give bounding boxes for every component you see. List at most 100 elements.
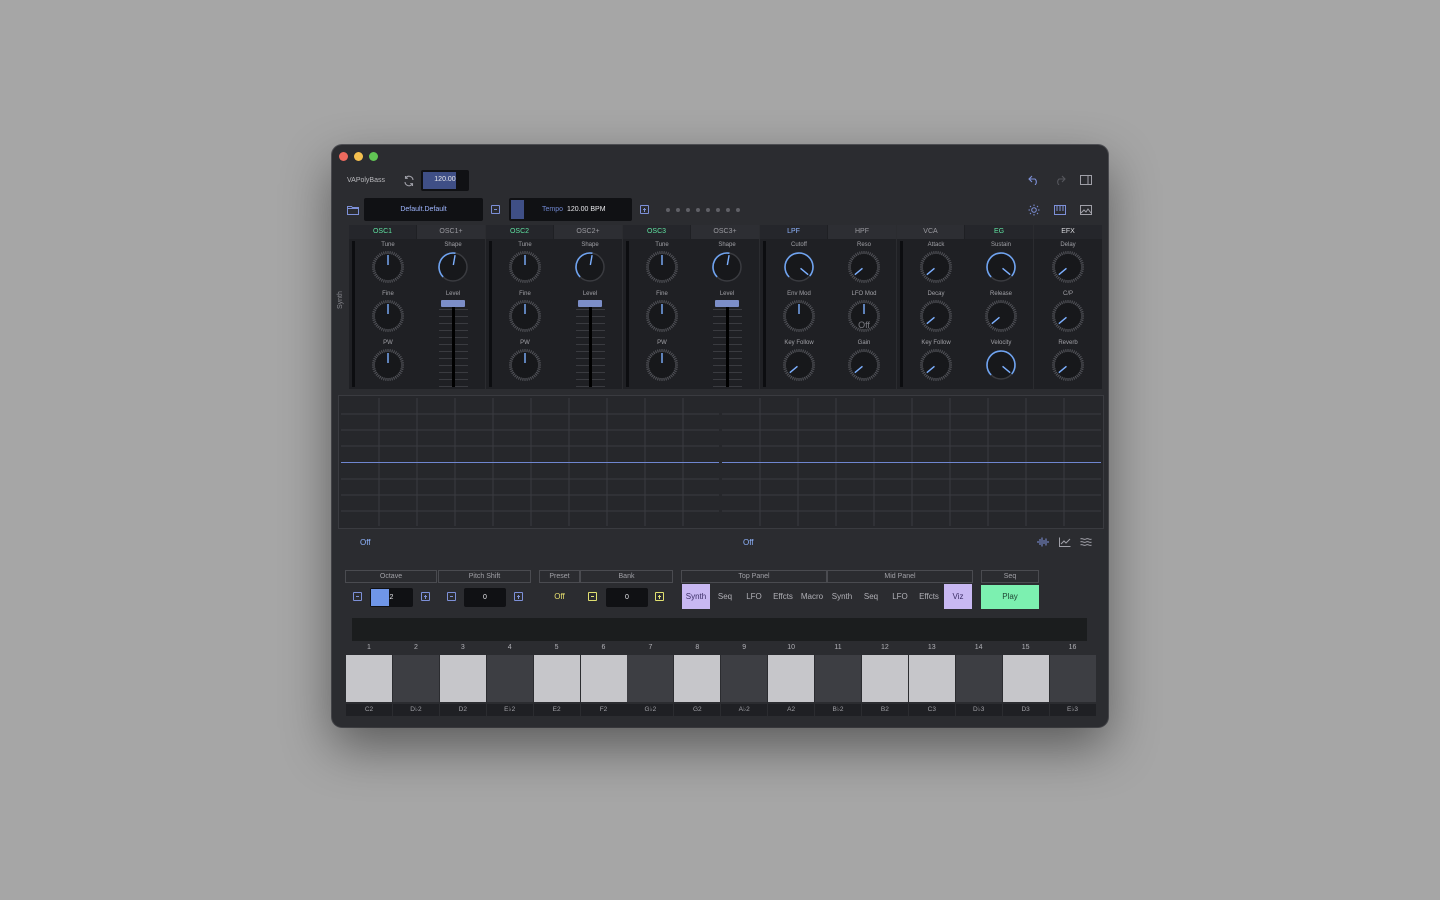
osc3-fine-knob[interactable]	[645, 299, 679, 333]
tab-lpf[interactable]: LPF	[760, 225, 827, 239]
waveform-icon[interactable]	[1036, 535, 1050, 549]
mid-panel-synth-button[interactable]: Synth	[828, 584, 856, 609]
top-panel-seq-button[interactable]: Seq	[711, 584, 739, 609]
pitch-shift-increment-button[interactable]	[514, 592, 523, 601]
osc2-level-fader[interactable]	[589, 307, 592, 387]
osc3-pw-knob[interactable]	[645, 348, 679, 382]
osc2-shape-knob[interactable]	[573, 250, 607, 284]
preset-toggle[interactable]: Off	[539, 586, 580, 607]
step-note-label[interactable]: F2	[580, 704, 627, 716]
top-panel-lfo-button[interactable]: LFO	[740, 584, 768, 609]
step-button-11[interactable]	[815, 655, 861, 702]
osc1-level-fader-handle[interactable]	[441, 300, 465, 307]
osc2-level-fader-handle[interactable]	[578, 300, 602, 307]
step-button-10[interactable]	[768, 655, 815, 702]
step-button-9[interactable]	[721, 655, 768, 702]
viz-right-status[interactable]: Off	[743, 538, 754, 547]
preset-name-field[interactable]: Default.Default	[364, 198, 483, 221]
tab-vca[interactable]: VCA	[897, 225, 964, 239]
close-window-button[interactable]	[339, 152, 348, 161]
osc2-fine-knob[interactable]	[508, 299, 542, 333]
step-note-label[interactable]: D♭2	[392, 704, 439, 716]
pitch-shift-decrement-button[interactable]	[447, 592, 456, 601]
play-button[interactable]: Play	[981, 585, 1039, 609]
cutoff-knob[interactable]	[782, 250, 816, 284]
bank-increment-button[interactable]	[655, 592, 664, 601]
step-button-1[interactable]	[346, 655, 392, 702]
redo-icon[interactable]	[1053, 173, 1067, 187]
tempo-field[interactable]: 120.00	[421, 170, 469, 191]
gain-knob[interactable]	[847, 348, 881, 382]
bank-decrement-button[interactable]	[588, 592, 597, 601]
osc1-fine-knob[interactable]	[371, 299, 405, 333]
step-button-16[interactable]	[1049, 655, 1096, 702]
step-button-15[interactable]	[1002, 655, 1049, 702]
osc3-tune-knob[interactable]	[645, 250, 679, 284]
line-chart-icon[interactable]	[1058, 535, 1072, 549]
osc2-pw-knob[interactable]	[508, 348, 542, 382]
filter-key-follow-knob[interactable]	[782, 348, 816, 382]
osc3-level-fader-handle[interactable]	[715, 300, 739, 307]
release-knob[interactable]	[984, 299, 1018, 333]
step-button-8[interactable]	[674, 655, 721, 702]
tab-osc1-plus[interactable]: OSC1+	[417, 225, 485, 239]
step-button-7[interactable]	[627, 655, 674, 702]
velocity-knob[interactable]	[984, 348, 1018, 382]
mid-panel-seq-button[interactable]: Seq	[857, 584, 885, 609]
step-note-label[interactable]: A2	[768, 704, 815, 716]
octave-increment-button[interactable]	[421, 592, 430, 601]
piano-keys-icon[interactable]	[1053, 203, 1067, 217]
step-note-label[interactable]: D2	[439, 704, 486, 716]
viz-left-status[interactable]: Off	[360, 538, 371, 547]
top-panel-synth-button[interactable]: Synth	[682, 584, 710, 609]
step-note-label[interactable]: A♭2	[721, 704, 768, 716]
reso-knob[interactable]	[847, 250, 881, 284]
zoom-window-button[interactable]	[369, 152, 378, 161]
amp-key-follow-knob[interactable]	[919, 348, 953, 382]
tempo-increment-button[interactable]	[640, 205, 649, 214]
mid-panel-viz-button[interactable]: Viz	[944, 584, 972, 609]
decay-knob[interactable]	[919, 299, 953, 333]
step-note-label[interactable]: G♭2	[627, 704, 674, 716]
sync-icon[interactable]	[402, 174, 416, 188]
octave-field[interactable]: 2	[370, 588, 413, 607]
osc1-pw-knob[interactable]	[371, 348, 405, 382]
tab-osc1[interactable]: OSC1	[349, 225, 416, 239]
step-note-label[interactable]: E♭2	[486, 704, 533, 716]
step-button-5[interactable]	[533, 655, 580, 702]
image-icon[interactable]	[1079, 203, 1093, 217]
undo-icon[interactable]	[1027, 173, 1041, 187]
delay-knob[interactable]	[1051, 250, 1085, 284]
step-note-label[interactable]: C3	[908, 704, 955, 716]
step-button-4[interactable]	[486, 655, 533, 702]
top-panel-effects-button[interactable]: Effcts	[769, 584, 797, 609]
osc1-level-fader[interactable]	[452, 307, 455, 387]
folder-icon[interactable]	[346, 203, 360, 217]
sidebar-toggle-icon[interactable]	[1079, 173, 1093, 187]
tempo-slider[interactable]: Tempo 120.00 BPM	[509, 198, 632, 221]
tab-osc3-plus[interactable]: OSC3+	[691, 225, 759, 239]
page-dots[interactable]	[666, 208, 740, 212]
sliders-icon[interactable]	[1079, 535, 1093, 549]
step-button-13[interactable]	[908, 655, 955, 702]
pitch-shift-field[interactable]: 0	[464, 588, 506, 607]
top-panel-macro-button[interactable]: Macro	[798, 584, 826, 609]
mid-panel-effects-button[interactable]: Effcts	[915, 584, 943, 609]
sustain-knob[interactable]	[984, 250, 1018, 284]
step-note-label[interactable]: D♭3	[955, 704, 1002, 716]
step-note-label[interactable]: D3	[1002, 704, 1049, 716]
reverb-knob[interactable]	[1051, 348, 1085, 382]
osc3-shape-knob[interactable]	[710, 250, 744, 284]
minimize-window-button[interactable]	[354, 152, 363, 161]
tab-efx[interactable]: EFX	[1034, 225, 1102, 239]
sun-icon[interactable]	[1027, 203, 1041, 217]
step-button-14[interactable]	[955, 655, 1002, 702]
tab-eg[interactable]: EG	[965, 225, 1033, 239]
bank-field[interactable]: 0	[606, 588, 648, 607]
tempo-decrement-button[interactable]	[491, 205, 500, 214]
step-note-label[interactable]: E2	[533, 704, 580, 716]
step-note-label[interactable]: G2	[674, 704, 721, 716]
attack-knob[interactable]	[919, 250, 953, 284]
step-note-label[interactable]: B♭2	[815, 704, 861, 716]
tab-osc3[interactable]: OSC3	[623, 225, 690, 239]
